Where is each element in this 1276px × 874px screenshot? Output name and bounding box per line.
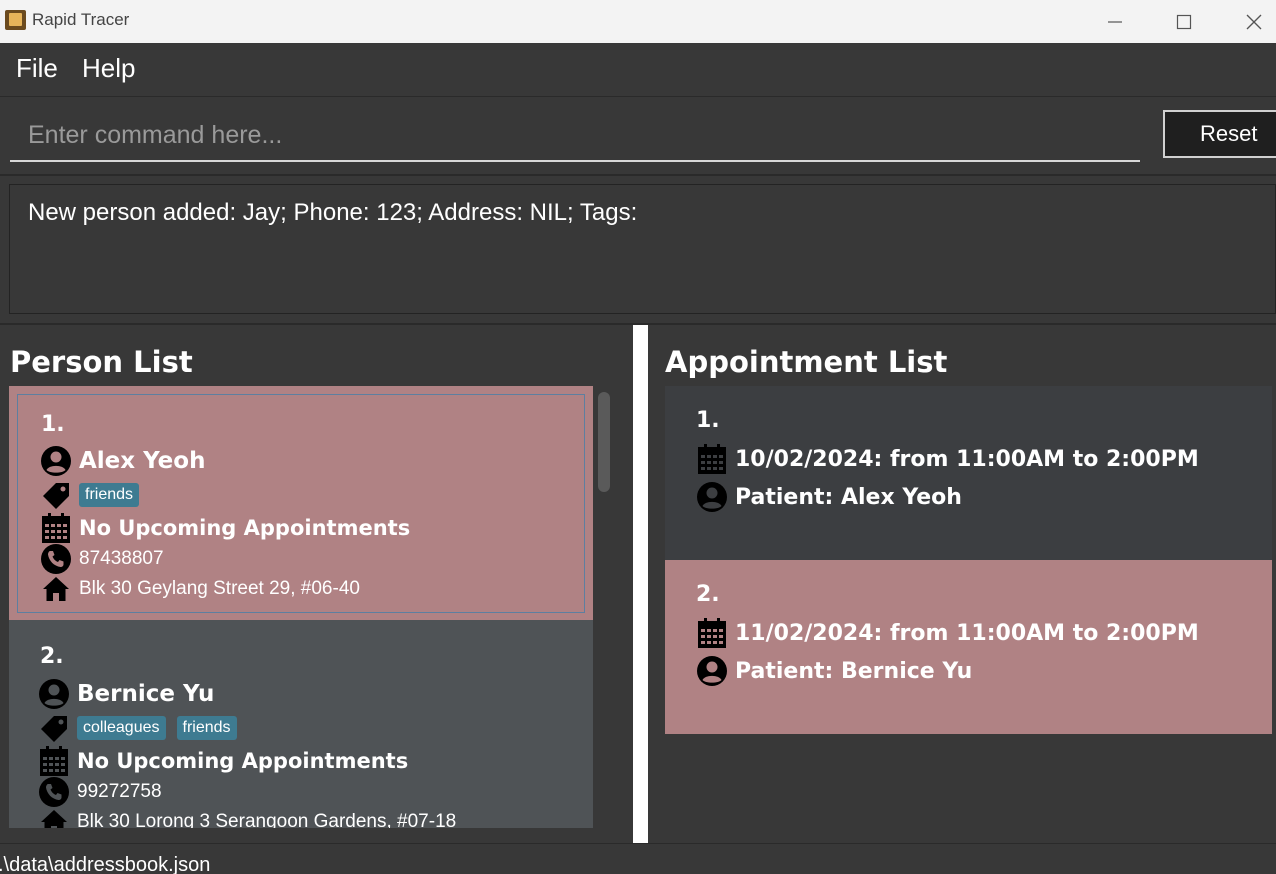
person-appointment: No Upcoming Appointments: [77, 749, 409, 773]
status-bar: .\data\addressbook.json: [0, 843, 1276, 874]
appointment-patient-row: Patient: Alex Yeoh: [696, 481, 962, 513]
person-tags-row: colleagues friends: [38, 712, 248, 744]
person-list-panel: Person List 1. Alex Yeoh friends No Upco…: [0, 325, 633, 843]
appointment-datetime: 10/02/2024: from 11:00AM to 2:00PM: [735, 446, 1199, 472]
menu-help[interactable]: Help: [82, 53, 135, 84]
appointment-patient: Patient: Alex Yeoh: [735, 484, 962, 510]
menu-file[interactable]: File: [16, 53, 58, 84]
person-address: Blk 30 Geylang Street 29, #06-40: [79, 578, 360, 599]
save-location: .\data\addressbook.json: [0, 854, 211, 874]
app-icon: [5, 10, 26, 30]
person-card[interactable]: 2. Bernice Yu colleagues friends No Upco…: [9, 620, 593, 828]
person-index: 2.: [40, 644, 64, 669]
person-icon: [40, 445, 72, 477]
title-bar: Rapid Tracer: [0, 0, 1276, 43]
tag-icon: [40, 479, 72, 511]
person-address-row: Blk 30 Geylang Street 29, #06-40: [40, 573, 360, 605]
result-display: New person added: Jay; Phone: 123; Addre…: [9, 184, 1276, 314]
person-appointment-row: No Upcoming Appointments: [38, 745, 408, 777]
appointment-list-panel: Appointment List 1. 10/02/2024: from 11:…: [648, 325, 1276, 843]
appointment-patient-row: Patient: Bernice Yu: [696, 655, 972, 687]
split-pane-divider[interactable]: [633, 325, 648, 843]
person-icon: [696, 655, 728, 687]
person-list-scrollbar[interactable]: [596, 392, 612, 828]
person-icon: [38, 678, 70, 710]
person-name: Bernice Yu: [77, 681, 215, 707]
scrollbar-thumb[interactable]: [598, 392, 610, 492]
person-phone-row: 99272758: [38, 776, 162, 808]
phone-icon: [38, 776, 70, 808]
appointment-datetime-row: 11/02/2024: from 11:00AM to 2:00PM: [696, 617, 1199, 649]
window-title: Rapid Tracer: [32, 10, 130, 29]
tag-icon: [38, 712, 70, 744]
person-name-row: Bernice Yu: [38, 678, 214, 710]
home-icon: [38, 806, 70, 828]
person-card[interactable]: 1. Alex Yeoh friends No Upcoming Appoint…: [9, 386, 593, 620]
person-phone-row: 87438807: [40, 543, 164, 575]
person-name-row: Alex Yeoh: [40, 445, 205, 477]
appointment-card[interactable]: 2. 11/02/2024: from 11:00AM to 2:00PM Pa…: [665, 560, 1272, 734]
person-tags-row: friends: [40, 479, 150, 511]
minimize-button[interactable]: [1092, 0, 1138, 43]
calendar-icon: [40, 512, 72, 544]
home-icon: [40, 573, 72, 605]
close-button[interactable]: [1231, 0, 1276, 43]
person-appointment: No Upcoming Appointments: [79, 516, 411, 540]
person-name: Alex Yeoh: [79, 448, 206, 474]
person-appointment-row: No Upcoming Appointments: [40, 512, 410, 544]
appointment-datetime: 11/02/2024: from 11:00AM to 2:00PM: [735, 620, 1199, 646]
person-address-row: Blk 30 Lorong 3 Serangoon Gardens, #07-1…: [38, 806, 456, 828]
calendar-icon: [696, 443, 728, 475]
maximize-button[interactable]: [1161, 0, 1207, 43]
tag-badge: colleagues: [77, 716, 166, 740]
maximize-icon: [1176, 14, 1192, 29]
menu-bar: File Help: [0, 43, 1276, 97]
person-list[interactable]: 1. Alex Yeoh friends No Upcoming Appoint…: [9, 386, 593, 828]
person-address: Blk 30 Lorong 3 Serangoon Gardens, #07-1…: [77, 811, 457, 828]
appointment-card[interactable]: 1. 10/02/2024: from 11:00AM to 2:00PM Pa…: [665, 386, 1272, 560]
tag-badge: friends: [79, 483, 140, 507]
person-list-title: Person List: [10, 345, 193, 379]
appointment-index: 2.: [696, 582, 720, 607]
calendar-icon: [38, 745, 70, 777]
person-index: 1.: [41, 412, 65, 437]
close-icon: [1246, 14, 1262, 29]
appointment-list-title: Appointment List: [665, 345, 948, 379]
result-text: New person added: Jay; Phone: 123; Addre…: [28, 199, 638, 226]
person-phone: 99272758: [77, 781, 162, 802]
command-input[interactable]: [10, 110, 1140, 162]
minimize-icon: [1108, 20, 1122, 23]
calendar-icon: [696, 617, 728, 649]
person-icon: [696, 481, 728, 513]
appointment-index: 1.: [696, 408, 720, 433]
command-bar: Reset: [0, 98, 1276, 176]
appointment-datetime-row: 10/02/2024: from 11:00AM to 2:00PM: [696, 443, 1199, 475]
person-phone: 87438807: [79, 548, 164, 569]
tag-badge: friends: [176, 716, 237, 740]
phone-icon: [40, 543, 72, 575]
appointment-patient: Patient: Bernice Yu: [735, 658, 973, 684]
reset-button[interactable]: Reset: [1163, 110, 1276, 158]
